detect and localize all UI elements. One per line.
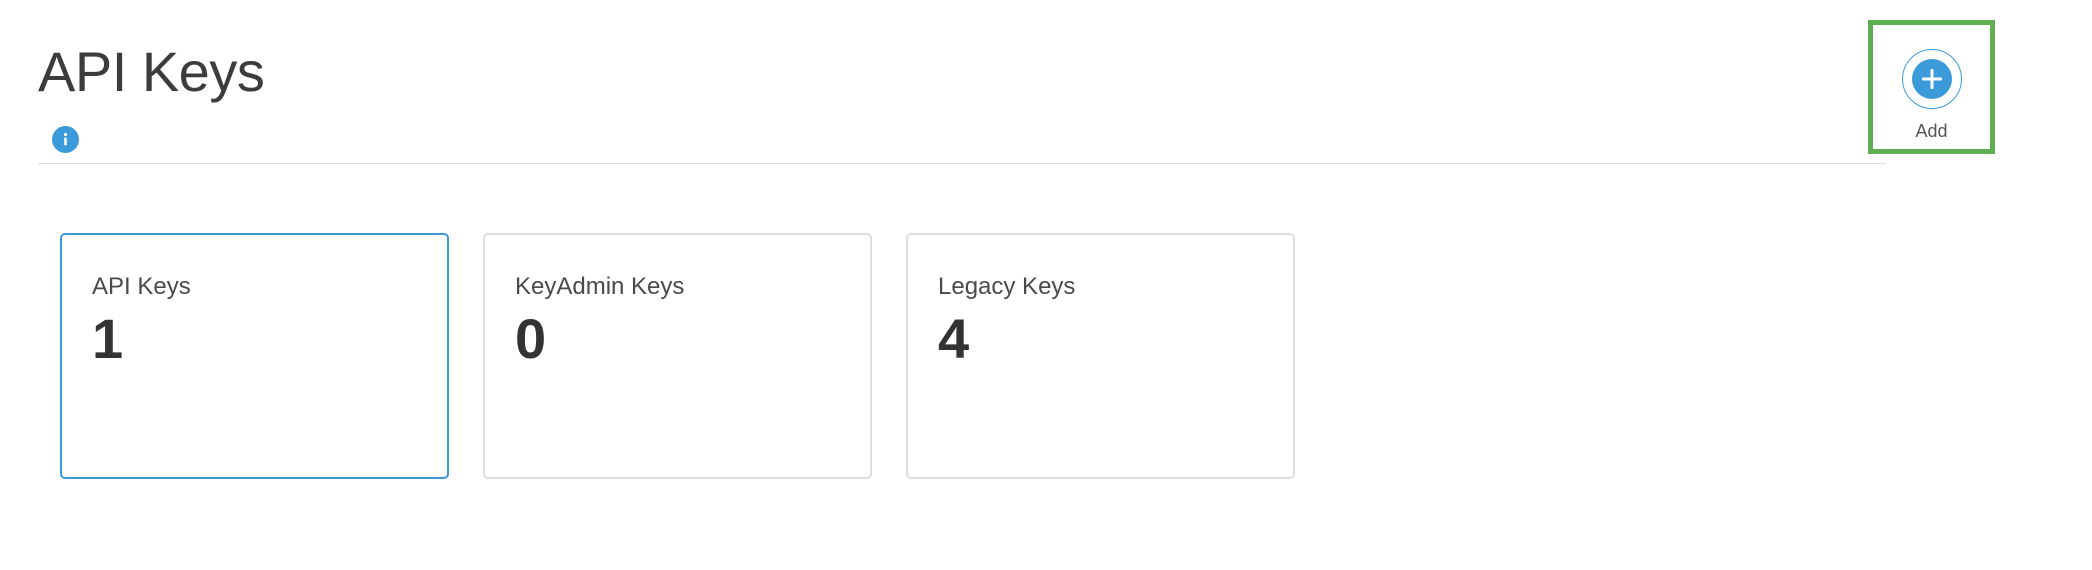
card-count: 1 [92,306,124,370]
add-label: Add [1915,121,1948,141]
info-icon[interactable] [52,126,79,153]
key-summary-cards: API Keys 1 KeyAdmin Keys 0 Legacy Keys 4 [60,233,1295,479]
card-count: 0 [515,306,547,370]
page: API Keys Add API Keys 1 KeyAdmin Keys 0 [0,0,2092,570]
plus-circle-icon [1911,59,1952,99]
card-api-keys[interactable]: API Keys 1 [60,233,449,479]
add-circle[interactable] [1901,49,1962,109]
card-label: Legacy Keys [938,273,1076,300]
card-label: KeyAdmin Keys [515,273,685,300]
header-divider [38,163,1886,164]
card-keyadmin-keys[interactable]: KeyAdmin Keys 0 [483,233,872,479]
card-legacy-keys[interactable]: Legacy Keys 4 [906,233,1295,479]
add-button[interactable]: Add [1868,20,1995,154]
page-title: API Keys [38,40,265,103]
card-count: 4 [938,306,970,370]
card-label: API Keys [92,273,191,300]
